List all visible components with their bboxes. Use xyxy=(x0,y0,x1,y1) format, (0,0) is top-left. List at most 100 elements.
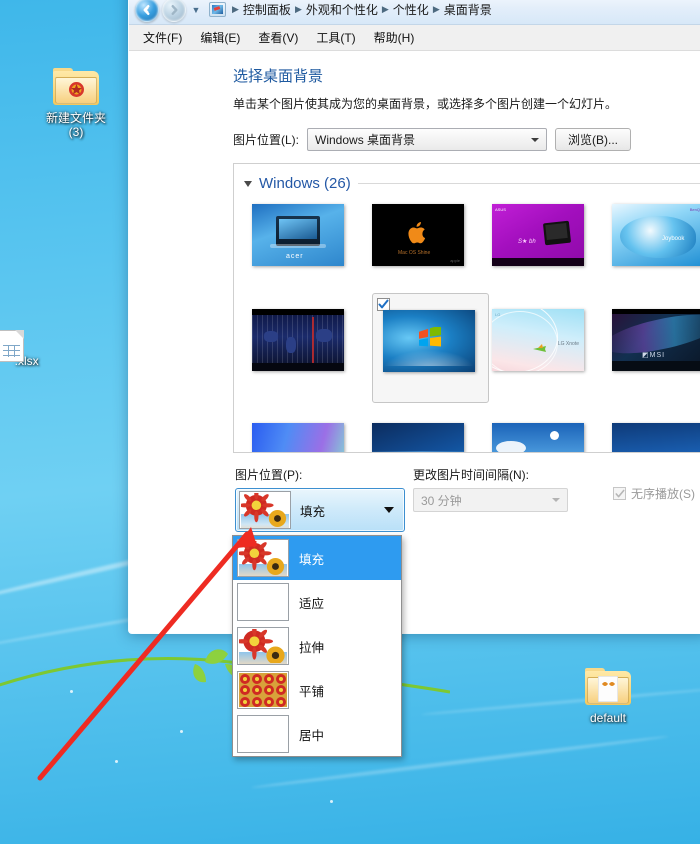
option-preview-fit-icon xyxy=(237,583,289,621)
breadcrumb-separator: ▶ xyxy=(381,4,389,14)
wallpaper-thumb-win7 xyxy=(383,310,475,372)
wallpaper-thumb-gradient xyxy=(252,423,344,452)
dropdown-option-center[interactable]: 居中 xyxy=(233,712,401,756)
breadcrumb-separator: ▶ xyxy=(232,4,239,14)
chevron-down-icon xyxy=(531,137,540,142)
dropdown-option-label: 填充 xyxy=(299,552,325,567)
group-divider xyxy=(357,183,700,184)
wallpaper-dot xyxy=(115,760,118,763)
thumbnail-item-selected[interactable] xyxy=(372,293,489,403)
wallpaper-thumb-worldmap xyxy=(252,309,344,371)
flower-tile xyxy=(252,685,262,696)
flower-tile xyxy=(240,696,250,707)
flower-tile xyxy=(276,696,286,707)
wallpaper-gallery[interactable]: Windows (26) acer Mac OS Shine apple ASU… xyxy=(233,163,700,453)
breadcrumb-separator: ▶ xyxy=(432,4,440,14)
folder-icon xyxy=(30,68,122,108)
checkmark-icon xyxy=(378,299,389,309)
menu-bar: 文件(F) 编辑(E) 查看(V) 工具(T) 帮助(H) xyxy=(129,25,700,51)
window-footer xyxy=(129,633,700,634)
back-arrow-icon xyxy=(143,4,150,15)
menu-item-file[interactable]: 文件(F) xyxy=(135,26,190,49)
plane-icon xyxy=(533,344,546,352)
wallpaper-streak xyxy=(420,686,700,717)
control-panel-window: ▼ ▶ 控制面板 ▶ 外观和个性化 ▶ 个性化 ▶ 桌面背景 文件(F) 编辑(… xyxy=(128,0,700,634)
breadcrumb-item-0[interactable]: 控制面板 xyxy=(243,1,291,18)
picture-position-dropdown-list[interactable]: 填充 适应 拉伸 平铺 居中 xyxy=(232,535,402,757)
picture-position-value: 填充 xyxy=(300,504,326,519)
option-preview-stretch-icon xyxy=(237,627,289,665)
desktop-icon-label: 新建文件夹 xyxy=(45,111,106,125)
picture-position-group: 图片位置(P): 填充 xyxy=(235,466,413,532)
chevron-down-icon xyxy=(384,507,394,513)
flower-tile xyxy=(264,685,274,696)
navigation-pane xyxy=(129,51,227,633)
wallpaper-thumb-sunrise xyxy=(612,423,700,452)
menu-item-tools[interactable]: 工具(T) xyxy=(308,26,363,49)
shuffle-group: 无序播放(S) xyxy=(613,466,700,502)
menu-item-help[interactable]: 帮助(H) xyxy=(366,26,423,49)
recent-pages-dropdown[interactable]: ▼ xyxy=(189,0,203,20)
chevron-down-icon xyxy=(552,498,560,502)
thumbnail-item[interactable] xyxy=(612,423,700,452)
wallpaper-dot xyxy=(70,690,73,693)
wallpaper-thumb-acer: acer xyxy=(252,204,344,266)
breadcrumb-separator: ▶ xyxy=(294,4,302,14)
wallpaper-dot xyxy=(330,800,333,803)
change-interval-select[interactable]: 30 分钟 xyxy=(413,488,568,512)
flower-image xyxy=(240,492,287,527)
wallpaper-thumb-clouds xyxy=(492,423,584,452)
dropdown-option-stretch[interactable]: 拉伸 xyxy=(233,624,401,668)
picture-position-select[interactable]: 填充 xyxy=(235,488,405,532)
desktop-icon-default-folder[interactable]: default xyxy=(562,668,654,725)
thumbnail-item[interactable]: Mac OS Shine apple xyxy=(372,204,489,289)
shuffle-label: 无序播放(S) xyxy=(631,487,695,501)
breadcrumb-item-1[interactable]: 外观和个性化 xyxy=(306,1,378,18)
option-preview-fill-icon xyxy=(237,539,289,577)
desktop-icon-new-folder[interactable]: 新建文件夹 (3) xyxy=(30,68,122,139)
page-title: 选择桌面背景 xyxy=(233,68,324,85)
gallery-group-header[interactable]: Windows (26) xyxy=(234,164,700,196)
navigation-bar: ▼ ▶ 控制面板 ▶ 外观和个性化 ▶ 个性化 ▶ 桌面背景 xyxy=(129,0,700,25)
shuffle-checkbox-row[interactable]: 无序播放(S) xyxy=(613,485,700,502)
thumbnail-item[interactable]: LG LG Xnote xyxy=(492,309,609,394)
desktop-icon-xlsx-file[interactable]: .xlsx xyxy=(0,330,42,368)
breadcrumb-item-3[interactable]: 桌面背景 xyxy=(444,1,492,18)
thumbnail-item[interactable] xyxy=(252,423,369,452)
menu-item-view[interactable]: 查看(V) xyxy=(250,26,306,49)
breadcrumb-item-2[interactable]: 个性化 xyxy=(393,1,429,18)
thumbnail-item[interactable]: acer xyxy=(252,204,369,289)
thumbnail-item[interactable]: BenQ Joybook xyxy=(612,204,700,289)
picture-location-value: Windows 桌面背景 xyxy=(315,133,416,147)
change-interval-group: 更改图片时间间隔(N): 30 分钟 xyxy=(413,466,613,512)
wallpaper-thumb-asus: ASUS S★ bh xyxy=(492,204,584,266)
browse-button[interactable]: 浏览(B)... xyxy=(555,128,632,151)
change-interval-label: 更改图片时间间隔(N): xyxy=(413,468,529,482)
flower-tile xyxy=(252,674,262,684)
wallpaper-thumb-msi: ◩MSI xyxy=(612,309,700,371)
wallpaper-thumb-benq: BenQ Joybook xyxy=(612,204,700,266)
dropdown-option-tile[interactable]: 平铺 xyxy=(233,668,401,712)
dropdown-option-fill[interactable]: 填充 xyxy=(233,536,401,580)
menu-item-edit[interactable]: 编辑(E) xyxy=(192,26,248,49)
thumbnail-item[interactable] xyxy=(252,309,369,394)
breadcrumb[interactable]: ▶ 控制面板 ▶ 外观和个性化 ▶ 个性化 ▶ 桌面背景 xyxy=(209,0,700,21)
flower-tile xyxy=(264,674,274,684)
picture-location-select[interactable]: Windows 桌面背景 xyxy=(307,128,548,151)
flower-tile xyxy=(276,674,286,684)
flower-tile xyxy=(252,696,262,707)
thumbnail-item[interactable]: ◩MSI xyxy=(612,309,700,394)
forward-button[interactable] xyxy=(162,0,186,22)
back-button[interactable] xyxy=(135,0,159,22)
thumbnail-item[interactable]: ASUS S★ bh xyxy=(492,204,609,289)
dropdown-option-label: 平铺 xyxy=(299,684,325,699)
thumbnail-item[interactable] xyxy=(372,423,489,452)
flower-tile xyxy=(264,696,274,707)
checkbox-shuffle[interactable] xyxy=(613,487,626,500)
flower-image xyxy=(238,628,285,664)
dropdown-option-fit[interactable]: 适应 xyxy=(233,580,401,624)
collapse-triangle-icon[interactable] xyxy=(244,180,252,187)
page-subtitle: 单击某个图片使其成为您的桌面背景，或选择多个图片创建一个幻灯片。 xyxy=(233,97,618,111)
thumbnail-item[interactable] xyxy=(492,423,609,452)
wallpaper-dot xyxy=(180,730,183,733)
